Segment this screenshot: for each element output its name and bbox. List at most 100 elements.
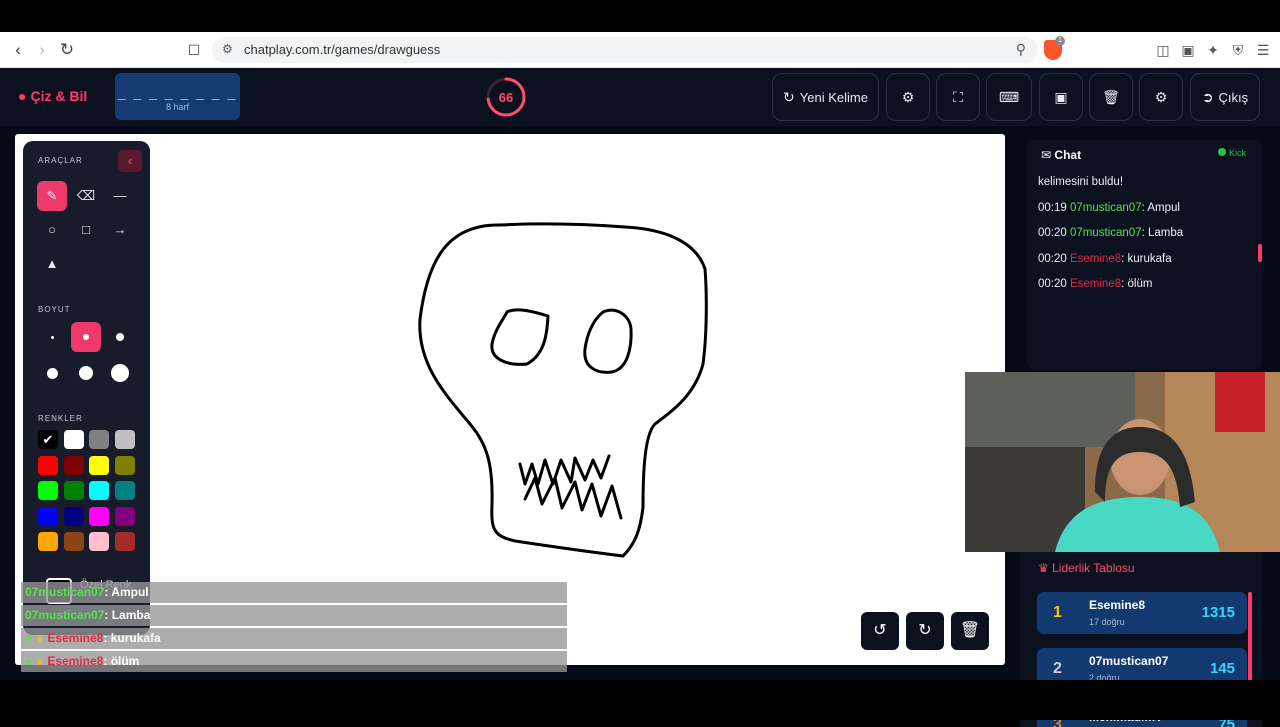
settings-button[interactable]: ⚙	[1139, 73, 1183, 121]
address-bar[interactable]: ⚙ chatplay.com.tr/games/drawguess ⚲	[212, 37, 1038, 63]
circle-tool-button[interactable]: ○	[37, 215, 67, 245]
message-text: : ölüm	[1121, 278, 1153, 290]
tools-panel: ARAÇLAR ‹ ✎ ⌫ — ○ □ → ▲ BOYUT RENKLER ✔ …	[23, 141, 150, 635]
message-time: 00:20	[1038, 278, 1067, 290]
player-name: 07mustican07	[1089, 654, 1169, 668]
zoom-icon[interactable]: ⚲	[1016, 41, 1026, 58]
overlay-message: : kurukafa	[103, 631, 161, 645]
brush-tool-button[interactable]: ✎	[37, 181, 67, 211]
size-2-button[interactable]	[71, 322, 101, 352]
vip-badge-icon: ♛	[35, 634, 44, 644]
message-time: 00:20	[1038, 227, 1067, 239]
chat-scrollbar[interactable]	[1258, 244, 1262, 262]
message-time: 00:19	[1038, 201, 1067, 214]
color-swatch[interactable]	[63, 430, 84, 449]
redo-button[interactable]: ↻	[906, 612, 944, 650]
leo-ai-icon[interactable]: ✦	[1204, 41, 1222, 59]
url-text[interactable]: chatplay.com.tr/games/drawguess	[244, 42, 440, 57]
circle-icon: ○	[48, 222, 56, 237]
overlay-chat-row: 07mustican07: Lamba	[21, 605, 567, 626]
color-swatch[interactable]	[89, 455, 109, 475]
screen-bottom-bar	[0, 680, 1280, 720]
line-icon: —	[113, 188, 127, 203]
back-icon[interactable]: ‹	[8, 40, 28, 60]
color-swatch[interactable]	[89, 532, 109, 551]
kick-status: Kick	[1218, 148, 1246, 158]
leaderboard-entry[interactable]: 1 Esemine8 17 doğru 1315	[1037, 592, 1247, 634]
chat-title: ✉ Chat	[1041, 148, 1081, 162]
refresh-icon: ↻	[783, 88, 795, 105]
tools-title: ARAÇLAR	[38, 156, 83, 165]
archive-icon: ▣	[1054, 88, 1068, 105]
message-user: Esemine8	[1069, 278, 1122, 290]
chat-title-text: Chat	[1054, 148, 1082, 162]
keyboard-button[interactable]: ⌨	[986, 73, 1032, 121]
color-swatch[interactable]	[38, 532, 58, 551]
chevron-left-icon: ‹	[127, 153, 133, 168]
color-swatch[interactable]	[114, 430, 135, 449]
color-swatch[interactable]	[114, 532, 135, 551]
platform-label: Kick	[1229, 148, 1247, 158]
fullscreen-icon: ⛶	[953, 88, 963, 105]
cog-icon: ⚙	[1154, 88, 1168, 105]
line-tool-button[interactable]: —	[105, 181, 135, 211]
brush-icon: ✎	[46, 188, 58, 203]
rectangle-tool-button[interactable]: □	[71, 215, 101, 245]
archive-button[interactable]: ▣	[1039, 73, 1083, 121]
reload-icon[interactable]: ↻	[57, 40, 77, 60]
chat-messages[interactable]: kelimesini buldu! 00:19 07mustican07: Am…	[1038, 176, 1258, 304]
bookmark-icon[interactable]: ☐	[184, 40, 204, 60]
size-3-button[interactable]	[105, 322, 135, 352]
color-swatch[interactable]	[38, 481, 58, 500]
size-5-button[interactable]	[71, 358, 101, 388]
color-swatch[interactable]	[38, 506, 58, 526]
size-1-button[interactable]	[37, 322, 67, 352]
app-header: ● Çiz & Bil _ _ _ _ _ _ _ _ 8 harf 66 ↻ Ye…	[0, 68, 1280, 126]
browser-toolbar: ‹ › ↻ ☐ ⚙ chatplay.com.tr/games/drawgues…	[0, 32, 1280, 68]
color-swatch[interactable]	[114, 481, 135, 500]
message-text: : kurukafa	[1121, 252, 1172, 265]
exit-button[interactable]: ➲ Çıkış	[1190, 73, 1260, 121]
forward-icon[interactable]: ›	[32, 40, 52, 60]
collapse-tools-button[interactable]: ‹	[118, 150, 142, 172]
color-swatch[interactable]	[89, 481, 109, 500]
logo: ● Çiz & Bil	[18, 88, 87, 104]
size-6-button[interactable]	[105, 358, 135, 388]
color-swatch[interactable]: ✔	[38, 430, 58, 449]
color-swatch[interactable]	[114, 506, 135, 526]
fill-tool-button[interactable]: ▲	[37, 249, 67, 279]
new-word-button[interactable]: ↻ Yeni Kelime	[772, 73, 879, 121]
message-user: Esemine8	[1069, 252, 1122, 265]
eraser-tool-button[interactable]: ⌫	[71, 181, 101, 211]
color-swatch[interactable]	[63, 532, 84, 551]
trash-button[interactable]: 🗑	[1089, 73, 1133, 121]
size-4-button[interactable]	[37, 358, 67, 388]
color-swatch[interactable]	[63, 481, 84, 500]
overlay-chat-row: ✚ ♛ Esemine8: ölüm	[21, 651, 567, 672]
message-time: 00:20	[1038, 252, 1067, 265]
clear-canvas-button[interactable]: 🗑	[951, 612, 989, 650]
site-info-icon[interactable]: ⚙	[222, 42, 233, 56]
color-swatch[interactable]	[114, 455, 135, 475]
sidebar-icon[interactable]: ◫	[1154, 41, 1172, 59]
chat-message: 00:20 07mustican07: Lamba	[1038, 227, 1258, 253]
message-text: : Ampul	[1141, 201, 1180, 214]
leaderboard-scrollbar[interactable]	[1248, 592, 1252, 694]
color-swatch[interactable]	[89, 506, 109, 526]
size-title: BOYUT	[38, 305, 71, 314]
fullscreen-button[interactable]: ⛶	[936, 73, 980, 121]
shield-count-badge: 1	[1055, 36, 1065, 46]
vpn-icon[interactable]: ⛨	[1229, 41, 1247, 59]
settings-gear-button[interactable]: ⚙	[886, 73, 930, 121]
leaderboard-title: ♛ Liderlik Tablosu	[1038, 561, 1135, 575]
color-swatch[interactable]	[63, 506, 84, 526]
wallet-icon[interactable]: ▣	[1179, 41, 1197, 59]
color-swatch[interactable]	[38, 455, 58, 475]
arrow-tool-button[interactable]: →	[105, 215, 135, 245]
color-swatch[interactable]	[63, 455, 84, 475]
undo-button[interactable]: ↺	[861, 612, 899, 650]
online-dot-icon	[1218, 148, 1226, 156]
menu-icon[interactable]: ☰	[1254, 41, 1272, 59]
size-dot	[116, 333, 124, 341]
color-swatch[interactable]	[89, 430, 109, 449]
